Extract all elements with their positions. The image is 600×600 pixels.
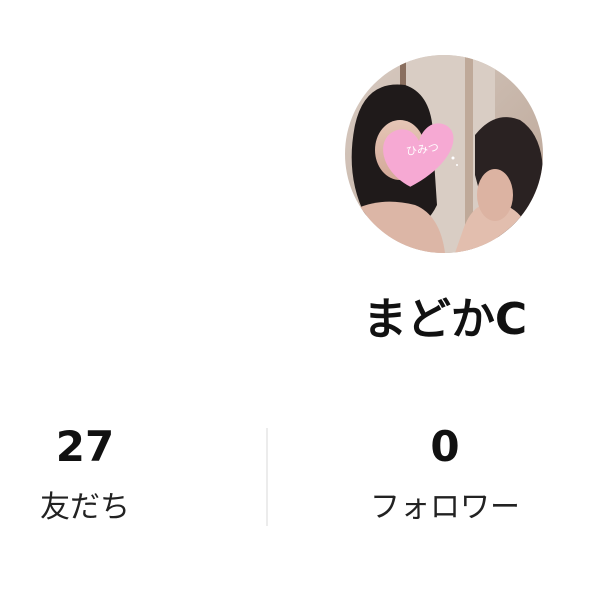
avatar-photo: ひみつ xyxy=(345,55,543,253)
friends-stat[interactable]: 27 友だち xyxy=(20,420,150,528)
friends-count: 27 xyxy=(55,422,115,471)
followers-count: 0 xyxy=(430,422,460,471)
stats-divider xyxy=(266,428,268,526)
followers-label: フォロワー xyxy=(370,490,520,525)
followers-stat[interactable]: 0 フォロワー xyxy=(345,420,545,528)
profile-page: ひみつ まどかC 27 友だち 0 フォロワー xyxy=(0,0,600,600)
profile-username: まどかC xyxy=(362,294,528,345)
profile-avatar[interactable]: ひみつ xyxy=(345,55,543,253)
friends-label: 友だち xyxy=(40,490,130,525)
